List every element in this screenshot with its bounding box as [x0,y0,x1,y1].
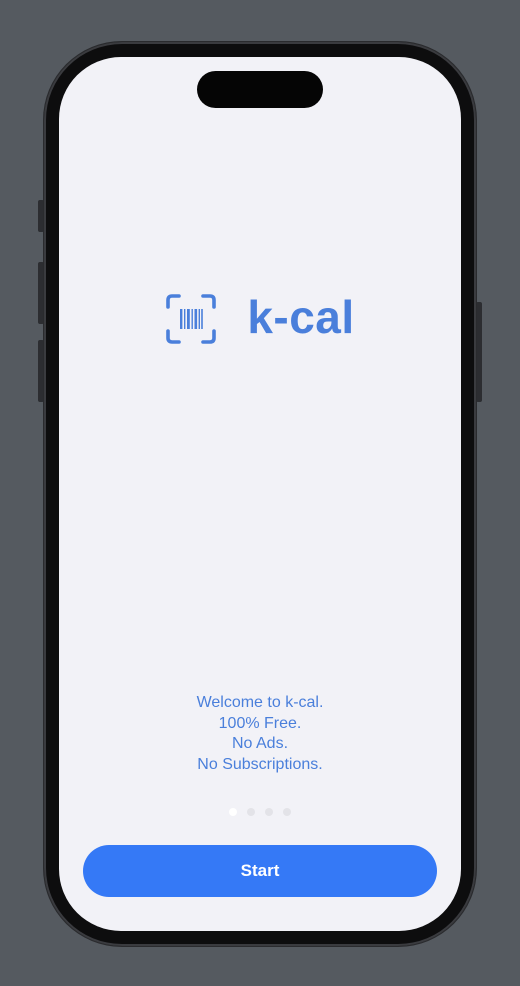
welcome-line: 100% Free. [218,714,302,732]
barcode-scanner-icon [166,294,217,344]
page-dot-3[interactable] [265,808,273,816]
app-logo: k-cal [59,289,461,349]
welcome-line: No Ads. [231,735,289,752]
start-button[interactable]: Start [83,845,437,897]
onboarding-screen: k-cal Welcome to k-cal. 100% Free. No Ad… [59,57,461,931]
welcome-line: No Subscriptions. [197,755,323,773]
device-stage: k-cal Welcome to k-cal. 100% Free. No Ad… [0,0,520,986]
page-dot-4[interactable] [283,808,291,816]
page-dot-2[interactable] [247,808,255,816]
page-dot-1[interactable] [229,808,237,816]
page-indicator[interactable] [59,808,461,816]
app-name: k-cal [247,291,355,343]
welcome-line: Welcome to k-cal. [196,694,324,711]
power-button [476,302,482,402]
dynamic-island [197,71,323,108]
welcome-message: Welcome to k-cal. 100% Free. No Ads. No … [59,693,461,775]
